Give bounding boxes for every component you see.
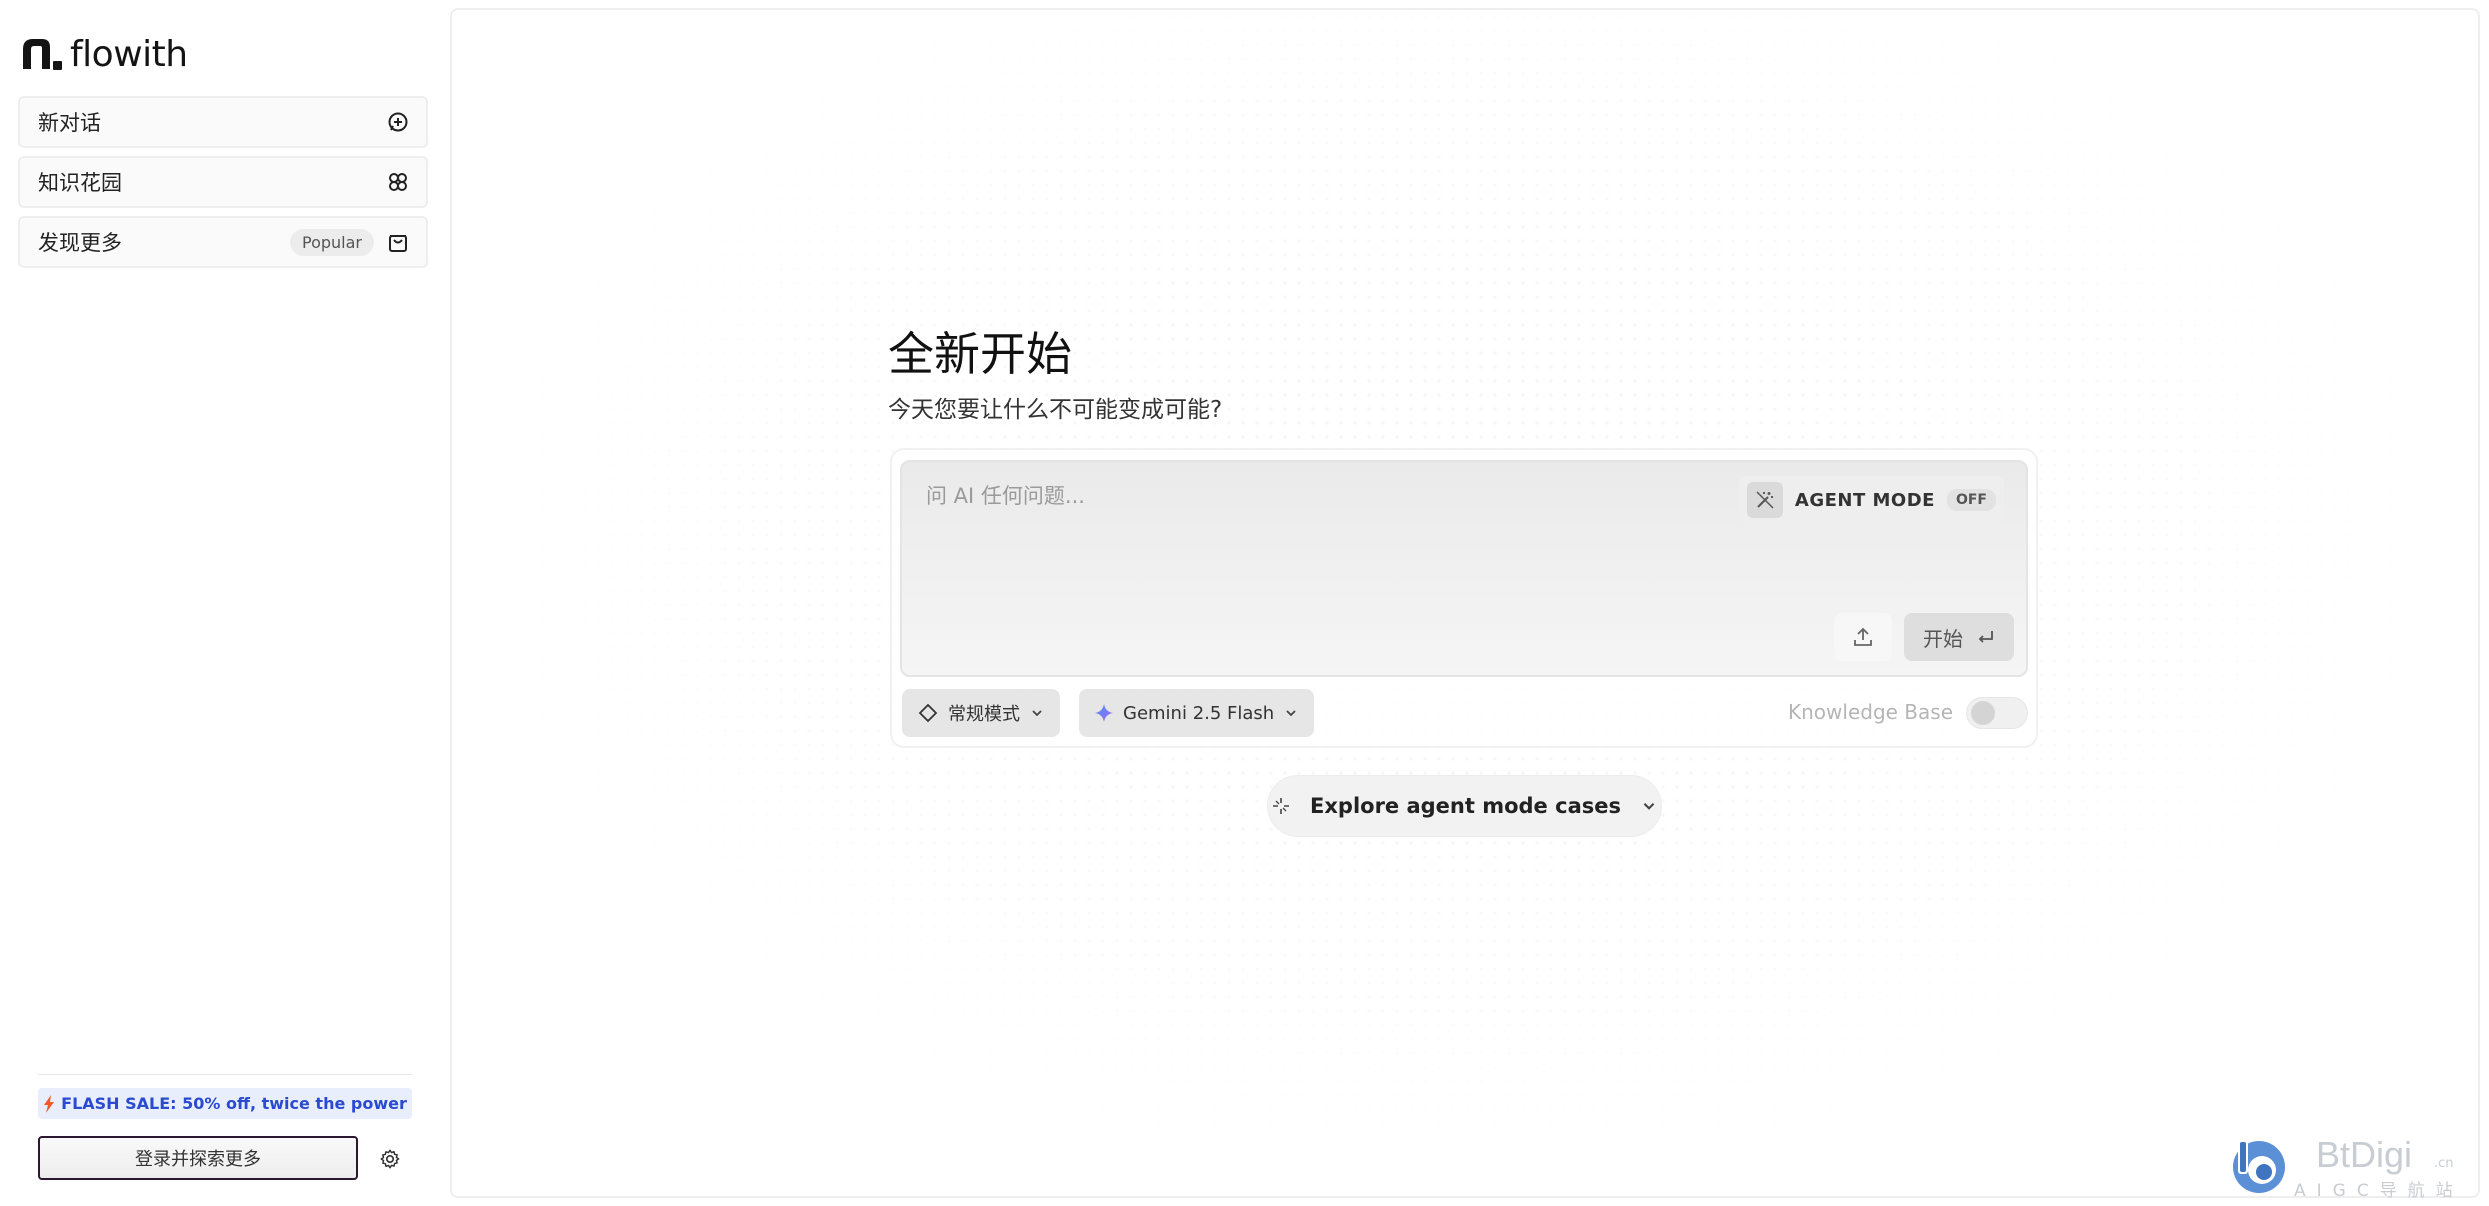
magic-wand-icon	[1746, 482, 1783, 518]
shopping-bag-icon	[386, 230, 410, 254]
sidebar-item-discover-more[interactable]: 发现更多 Popular	[18, 216, 428, 268]
start-button[interactable]: 开始	[1904, 613, 2014, 661]
sidebar-item-knowledge-garden[interactable]: 知识花园	[18, 156, 428, 208]
lightning-icon	[44, 1094, 55, 1113]
watermark-suffix: .cn	[2434, 1156, 2454, 1171]
knowledge-base-toggle[interactable]	[1966, 697, 2028, 729]
sidebar-nav: 新对话 知识花园 发现更多 Popular	[18, 96, 428, 276]
flash-sale-text: FLASH SALE: 50% off, twice the power	[61, 1094, 407, 1113]
model-select[interactable]: Gemini 2.5 Flash	[1079, 689, 1315, 737]
page-subtitle: 今天您要让什么不可能变成可能?	[888, 397, 1223, 423]
watermark-title: BtDigi	[2316, 1134, 2413, 1175]
mode-select-value: 常规模式	[948, 704, 1020, 725]
model-select-value: Gemini 2.5 Flash	[1123, 702, 1275, 724]
page-title: 全新开始	[888, 327, 1072, 381]
chat-plus-icon	[386, 110, 410, 134]
btdigi-logo-icon	[2233, 1140, 2285, 1193]
enter-key-icon	[1978, 631, 1993, 643]
login-button[interactable]: 登录并探索更多	[38, 1136, 358, 1180]
sparkle-icon	[1273, 798, 1290, 814]
agent-mode-label: AGENT MODE	[1794, 489, 1935, 511]
sidebar-item-label: 发现更多	[38, 231, 122, 255]
sidebar: flowith 新对话 知识花园 发现更多 Popular FLASH SALE…	[0, 0, 444, 1206]
upload-icon	[1854, 627, 1872, 646]
agent-mode-toggle[interactable]: AGENT MODE OFF	[1738, 476, 2004, 524]
composer: AGENT MODE OFF 开始	[900, 460, 2028, 677]
chevron-down-icon	[1286, 710, 1296, 717]
popular-badge: Popular	[290, 228, 374, 256]
explore-agent-cases-button[interactable]: Explore agent mode cases	[1267, 775, 1662, 837]
flash-sale-banner[interactable]: FLASH SALE: 50% off, twice the power	[38, 1088, 412, 1119]
upload-button[interactable]	[1834, 613, 1892, 661]
agent-mode-state: OFF	[1946, 489, 1996, 511]
gear-icon	[380, 1149, 400, 1169]
mode-select[interactable]: 常规模式	[902, 689, 1060, 737]
diamond-icon	[918, 703, 938, 723]
explore-label: Explore agent mode cases	[1310, 794, 1621, 818]
chevron-down-icon	[1032, 710, 1042, 717]
flowith-logo-icon	[23, 39, 62, 70]
chevron-down-icon	[1643, 802, 1655, 810]
prompt-input[interactable]	[926, 484, 1726, 508]
app-logo-text: flowith	[70, 33, 188, 75]
toggle-knob	[1971, 701, 1995, 725]
sidebar-item-label: 新对话	[38, 111, 101, 135]
knowledge-base-label: Knowledge Base	[1788, 700, 1953, 724]
sidebar-item-label: 知识花园	[38, 171, 122, 195]
start-button-label: 开始	[1923, 626, 1963, 651]
watermark-subtitle: AIGC导航站	[2294, 1181, 2464, 1201]
clover-icon	[386, 170, 410, 194]
settings-button[interactable]	[377, 1146, 403, 1172]
app-logo[interactable]: flowith	[20, 30, 188, 78]
gemini-sparkle-icon	[1095, 704, 1113, 722]
watermark: BtDigi .cn AIGC导航站	[2226, 1128, 2476, 1201]
sidebar-item-new-chat[interactable]: 新对话	[18, 96, 428, 148]
sidebar-divider	[38, 1074, 412, 1075]
